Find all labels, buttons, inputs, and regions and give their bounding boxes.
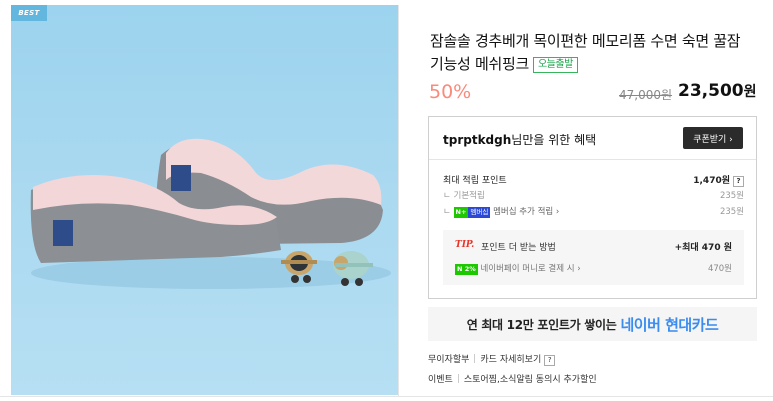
separator xyxy=(457,374,459,383)
help-icon[interactable]: ? xyxy=(544,355,556,366)
event-label: 이벤트 xyxy=(428,375,453,385)
card-detail-link[interactable]: 카드 자세히보기 xyxy=(480,355,541,365)
naverpay-row[interactable]: N 2% 네이버페이 머니로 결제 시 › xyxy=(455,262,581,275)
naverpay-badge: N 2% xyxy=(455,264,478,275)
max-points-value-group: 1,470원? xyxy=(693,173,744,187)
user-id: tprptkdgh xyxy=(443,133,512,147)
product-title: 잠솔솔 경추베개 목이편한 메모리폼 수면 숙면 꿀잠 기능성 메쉬핑크 오늘출발 xyxy=(430,30,750,76)
bottom-divider xyxy=(0,396,773,397)
member-points-row: ㄴ N+ 멤버십 멤버십 추가 적립 › 235원 xyxy=(443,205,744,218)
max-points-value: 1,470원 xyxy=(693,176,730,186)
product-title-text: 잠솔솔 경추베개 목이편한 메모리폼 수면 숙면 꿀잠 기능성 메쉬핑크 xyxy=(430,32,741,73)
separator xyxy=(474,354,476,363)
basic-points-value: 235원 xyxy=(719,191,744,201)
today-shipping-badge: 오늘출발 xyxy=(532,57,578,73)
membership-badge: 멤버십 xyxy=(468,207,491,218)
tip-max-points: +최대 470 원 xyxy=(674,243,732,253)
event-text: 스토어찜,소식알림 동의시 추가할인 xyxy=(463,375,597,385)
tip-label: TIP. xyxy=(455,240,475,250)
best-badge: BEST xyxy=(11,5,47,21)
sale-price-value: 23,500 xyxy=(678,81,744,101)
installment-label: 무이자할부 xyxy=(428,355,470,365)
max-points-row: 최대 적립 포인트 1,470원? xyxy=(443,173,744,187)
benefit-divider xyxy=(429,159,756,160)
benefit-header-suffix: 님만을 위한 혜택 xyxy=(511,133,597,147)
max-points-label: 최대 적립 포인트 xyxy=(443,176,507,186)
vertical-divider xyxy=(398,5,399,397)
sale-price-unit: 원 xyxy=(743,84,757,100)
promo-brand-text: 네이버 현대카드 xyxy=(620,315,719,334)
member-points-value: 235원 xyxy=(719,207,744,217)
member-points-label-group[interactable]: ㄴ N+ 멤버십 멤버십 추가 적립 › xyxy=(443,207,559,218)
basic-points-label: ㄴ 기본적립 xyxy=(443,191,485,201)
original-price: 47,000원 xyxy=(619,88,673,102)
tip-text: 포인트 더 받는 방법 xyxy=(481,243,556,253)
naverpay-value: 470원 xyxy=(707,264,732,274)
event-row: 이벤트 스토어찜,소식알림 동의시 추가할인 xyxy=(428,372,597,385)
coupon-button[interactable]: 쿠폰받기 › xyxy=(683,127,743,149)
installment-row: 무이자할부 카드 자세히보기? xyxy=(428,352,556,366)
pillow-illustration xyxy=(30,138,391,289)
naver-plus-badge: N+ xyxy=(453,207,469,218)
promo-lead-text: 연 최대 12만 포인트가 쌓이는 xyxy=(466,317,617,332)
tip-box: TIP. 포인트 더 받는 방법 +최대 470 원 N 2% 네이버페이 머니… xyxy=(443,230,744,285)
discount-rate: 50% xyxy=(429,81,472,103)
basic-points-row: ㄴ 기본적립 235원 xyxy=(443,189,744,201)
member-points-link[interactable]: 멤버십 추가 적립 › xyxy=(493,207,559,217)
help-icon[interactable]: ? xyxy=(733,176,744,187)
naverpay-label[interactable]: 네이버페이 머니로 결제 시 › xyxy=(480,264,580,274)
benefit-header: tprptkdgh님만을 위한 혜택 xyxy=(443,131,596,148)
product-image[interactable]: BEST xyxy=(11,5,398,395)
card-promo-banner[interactable]: 연 최대 12만 포인트가 쌓이는 네이버 현대카드 xyxy=(428,307,757,341)
sale-price: 23,500원 xyxy=(678,81,757,101)
benefit-box: tprptkdgh님만을 위한 혜택 쿠폰받기 › 최대 적립 포인트 1,47… xyxy=(428,116,757,299)
